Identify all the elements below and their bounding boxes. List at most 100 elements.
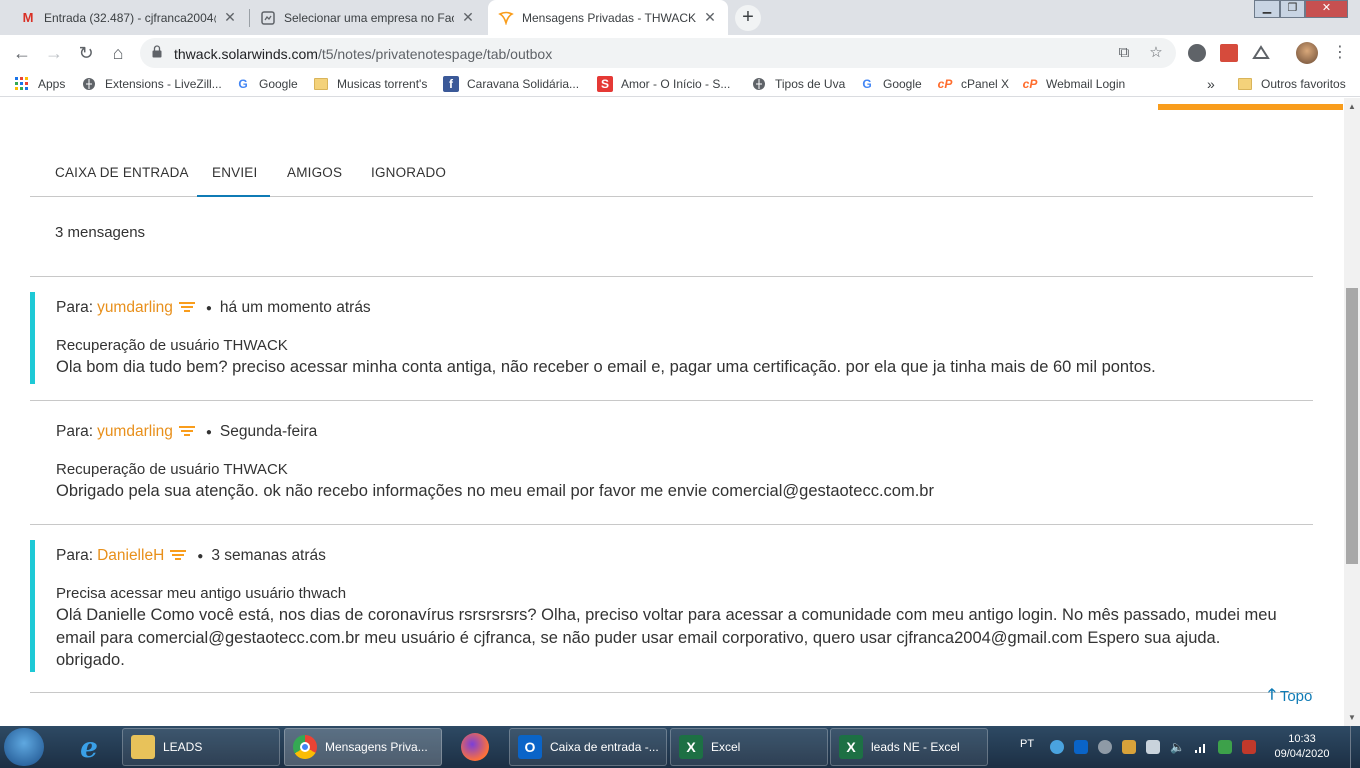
bookmark-apps[interactable]: Apps (14, 75, 65, 93)
folder-icon (1237, 76, 1253, 92)
alert-tray-icon[interactable] (1242, 740, 1256, 754)
close-icon[interactable]: ✕ (702, 9, 718, 26)
taskbar-item-outlook[interactable]: O Caixa de entrada -... (509, 728, 667, 766)
tab-title: Selecionar uma empresa no Face (284, 10, 454, 25)
start-button[interactable] (4, 728, 44, 766)
tab-friends[interactable]: AMIGOS (287, 165, 342, 180)
rank-icon (178, 302, 195, 312)
minimize-button[interactable]: ▁ (1254, 0, 1280, 18)
bookmark-google[interactable]: G Google (235, 75, 297, 93)
close-window-button[interactable]: ✕ (1305, 0, 1348, 18)
outlook-tray-icon[interactable] (1074, 740, 1088, 754)
bookmark-star-icon[interactable]: ☆ (1147, 44, 1165, 62)
volume-icon[interactable]: 🔈 (1170, 740, 1185, 754)
unread-indicator (30, 540, 35, 672)
extension-icon[interactable] (1188, 44, 1206, 62)
browser-tab-thwack[interactable]: Mensagens Privadas - THWACK ✕ (488, 0, 728, 35)
back-button[interactable]: ← (10, 41, 34, 65)
page-content: CAIXA DE ENTRADA ENVIEI AMIGOS IGNORADO … (0, 98, 1344, 726)
message-subject[interactable]: Recuperação de usuário THWACK (56, 461, 288, 478)
message-meta: Para: DanielleH ● 3 semanas atrás (56, 547, 326, 565)
message-time: 3 semanas atrás (211, 547, 326, 564)
message-tabs: CAIXA DE ENTRADA ENVIEI AMIGOS IGNORADO (30, 138, 1313, 197)
new-tab-button[interactable]: + (735, 5, 761, 31)
rank-icon (178, 426, 195, 436)
taskbar-item-chrome[interactable]: Mensagens Priva... (284, 728, 442, 766)
address-bar[interactable]: thwack.solarwinds.com/t5/notes/privateno… (140, 38, 1176, 68)
divider (30, 276, 1313, 277)
message-item[interactable]: Para: yumdarling ● Segunda-feira Recuper… (30, 416, 1313, 508)
bookmark-caravana-solidaria[interactable]: f Caravana Solidária... (443, 75, 579, 93)
tab-title: Entrada (32.487) - cjfranca2004@ (44, 10, 216, 25)
bookmark-extensions-livezilla[interactable]: Extensions - LiveZill... (81, 75, 222, 93)
message-body: Obrigado pela sua atenção. ok não recebo… (56, 482, 934, 500)
app-tray-icon[interactable] (1122, 740, 1136, 754)
message-item[interactable]: Para: DanielleH ● 3 semanas atrás Precis… (30, 540, 1313, 672)
message-subject[interactable]: Recuperação de usuário THWACK (56, 337, 288, 354)
back-to-top-link[interactable]: 🡑 Topo (1268, 684, 1312, 709)
message-subject[interactable]: Precisa acessar meu antigo usuário thwac… (56, 585, 346, 602)
url-text: thwack.solarwinds.com/t5/notes/privateno… (174, 46, 553, 62)
browser-tab-facebook-company[interactable]: Selecionar uma empresa no Face ✕ (250, 0, 486, 35)
language-indicator[interactable]: PT (1020, 738, 1034, 750)
taskbar-item-excel[interactable]: X Excel (670, 728, 828, 766)
drive-extension-icon[interactable] (1252, 44, 1270, 62)
divider (30, 524, 1313, 525)
menu-icon[interactable]: ⋮ (1328, 41, 1352, 65)
bookmark-musicas-torrents[interactable]: Musicas torrent's (313, 75, 427, 93)
pdf-extension-icon[interactable] (1220, 44, 1238, 62)
forward-button[interactable]: → (42, 41, 66, 65)
check-tray-icon[interactable] (1218, 740, 1232, 754)
tab-sent[interactable]: ENVIEI (212, 165, 257, 180)
browser-toolbar: ← → ↻ ⌂ thwack.solarwinds.com/t5/notes/p… (0, 35, 1360, 71)
recipient-link[interactable]: yumdarling (97, 423, 173, 441)
taskbar-item-leads[interactable]: LEADS (122, 728, 280, 766)
avatar[interactable] (1296, 42, 1318, 64)
scrollbar-thumb[interactable] (1346, 288, 1358, 564)
bookmark-amor-o-inicio[interactable]: S Amor - O Início - S... (597, 75, 730, 93)
bookmark-cpanel-x[interactable]: cP cPanel X (937, 75, 1009, 93)
window-controls: ▁ ❐ ✕ (1254, 0, 1348, 18)
skype-tray-icon[interactable] (1098, 740, 1112, 754)
bookmark-tipos-de-uva[interactable]: Tipos de Uva (751, 75, 845, 93)
recipient-link[interactable]: yumdarling (97, 299, 173, 317)
apps-grid-icon (14, 76, 30, 92)
home-button[interactable]: ⌂ (106, 41, 130, 65)
bookmark-webmail-login[interactable]: cP Webmail Login (1022, 75, 1126, 93)
message-item[interactable]: Para: yumdarling ● há um momento atrás R… (30, 292, 1313, 384)
show-desktop-button[interactable] (1350, 726, 1360, 768)
translate-icon[interactable]: ⧉ (1115, 44, 1133, 62)
page-scrollbar[interactable]: ▲ ▼ (1344, 98, 1360, 726)
recipient-link[interactable]: DanielleH (97, 547, 164, 565)
rank-icon (170, 550, 187, 560)
scroll-up-arrow-icon[interactable]: ▲ (1348, 102, 1356, 111)
tab-title: Mensagens Privadas - THWACK (522, 10, 696, 25)
tab-inbox[interactable]: CAIXA DE ENTRADA (55, 165, 189, 180)
device-tray-icon[interactable] (1146, 740, 1160, 754)
message-meta: Para: yumdarling ● Segunda-feira (56, 423, 318, 441)
internet-explorer-icon[interactable]: e (72, 730, 106, 764)
clock[interactable]: 10:33 09/04/2020 (1262, 732, 1342, 762)
cpanel-icon: cP (937, 77, 953, 91)
bookmarks-overflow-button[interactable]: » (1207, 75, 1215, 93)
scroll-down-arrow-icon[interactable]: ▼ (1348, 713, 1356, 722)
taskbar-item-leads-ne-excel[interactable]: X leads NE - Excel (830, 728, 988, 766)
close-icon[interactable]: ✕ (222, 9, 238, 26)
browser-tab-strip: M Entrada (32.487) - cjfranca2004@ ✕ Sel… (0, 0, 1360, 35)
reload-button[interactable]: ↻ (74, 41, 98, 65)
bookmark-google-2[interactable]: G Google (859, 75, 921, 93)
firefox-icon[interactable] (458, 730, 492, 764)
network-app-icon[interactable] (1050, 740, 1064, 754)
message-meta: Para: yumdarling ● há um momento atrás (56, 299, 371, 317)
tab-ignored[interactable]: IGNORADO (371, 165, 446, 180)
facebook-icon: f (443, 76, 459, 92)
close-icon[interactable]: ✕ (460, 9, 476, 26)
bookmark-outros-favoritos[interactable]: Outros favoritos (1237, 75, 1346, 93)
maximize-button[interactable]: ❐ (1280, 0, 1305, 18)
message-body: Ola bom dia tudo bem? preciso acessar mi… (56, 358, 1156, 376)
google-icon: G (862, 77, 872, 91)
signal-icon[interactable] (1194, 740, 1208, 754)
s-icon: S (597, 76, 613, 92)
message-time: Segunda-feira (219, 423, 318, 440)
browser-tab-gmail[interactable]: M Entrada (32.487) - cjfranca2004@ ✕ (10, 0, 248, 35)
